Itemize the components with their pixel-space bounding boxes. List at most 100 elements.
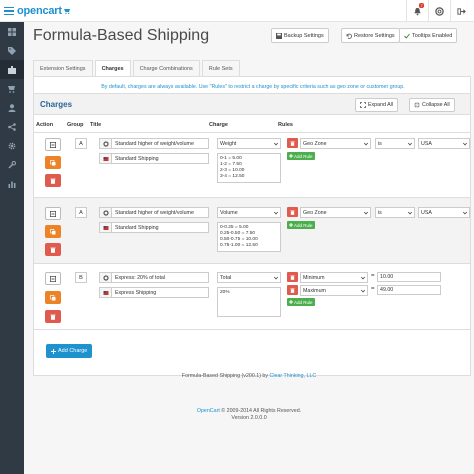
trash-icon — [290, 210, 295, 215]
copy-charge-button[interactable] — [45, 225, 61, 238]
undo-icon — [346, 33, 352, 39]
charges-header: Charges Expand All Collapse All — [34, 93, 470, 115]
delete-rule-button[interactable] — [287, 138, 298, 148]
delete-rule-button[interactable] — [287, 272, 298, 282]
rule-operator-select[interactable]: is — [375, 207, 415, 218]
collapse-charge-button[interactable] — [45, 272, 61, 285]
backup-settings-label: Backup Settings — [284, 32, 324, 39]
collapse-charge-button[interactable] — [45, 138, 61, 151]
group-input[interactable]: A — [75, 138, 87, 149]
sidebar-item-customers[interactable] — [0, 98, 24, 117]
rule-value-input[interactable]: 49.00 — [377, 285, 441, 295]
logo[interactable]: opencart — [0, 0, 100, 22]
rule-field-select[interactable]: Geo Zone — [300, 138, 371, 149]
admin-title-input[interactable]: Standard higher of weight/volume — [99, 207, 209, 218]
expand-all-label: Expand All — [368, 102, 394, 108]
add-rule-button[interactable]: Add Rule — [287, 221, 315, 229]
admin-title-input[interactable]: Standard higher of weight/volume — [99, 138, 209, 149]
front-title-input[interactable]: Standard Shipping — [99, 222, 209, 233]
collapse-all-button[interactable]: Collapse All — [409, 98, 455, 112]
front-title-input[interactable]: Express Shipping — [99, 287, 209, 298]
front-title-input[interactable]: Standard Shipping — [99, 153, 209, 164]
life-ring-icon — [435, 6, 444, 16]
sidebar-item-catalog[interactable] — [0, 41, 24, 60]
delete-rule-button[interactable] — [287, 285, 298, 295]
rule-value-select[interactable]: USA — [418, 207, 470, 218]
chevron-down-icon — [274, 142, 278, 146]
delete-charge-button[interactable] — [45, 174, 61, 187]
notifications-button[interactable]: 7 — [406, 0, 428, 22]
tab-charge-combinations[interactable]: Charge Combinations — [132, 60, 200, 76]
charge-row: B Express: 20% of total Express Shipping… — [34, 263, 470, 329]
plus-icon — [289, 154, 293, 158]
delete-charge-button[interactable] — [45, 243, 61, 256]
group-input[interactable]: B — [75, 272, 87, 283]
tooltips-toggle-button[interactable]: Tooltips Enabled — [399, 28, 458, 43]
copy-charge-button[interactable] — [45, 291, 61, 304]
admin-title-value: Standard higher of weight/volume — [115, 140, 194, 147]
cart-logo-icon — [63, 9, 70, 14]
admin-title-value: Standard higher of weight/volume — [115, 209, 194, 216]
expand-all-button[interactable]: Expand All — [355, 98, 399, 112]
rule-value-select[interactable]: USA — [418, 138, 470, 149]
chevron-down-icon — [361, 276, 365, 280]
copy-icon — [50, 228, 56, 234]
tab-charges[interactable]: Charges — [94, 60, 131, 76]
credit-link[interactable]: Clear Thinking, LLC — [270, 373, 317, 379]
formula-textarea[interactable]: 0-0.25 = 5.00 0.25-0.50 = 7.50 0.50-0.75… — [217, 222, 281, 252]
delete-rule-button[interactable] — [287, 207, 298, 217]
sidebar — [0, 22, 24, 474]
sidebar-item-system[interactable] — [0, 136, 24, 155]
rule-operator-select[interactable]: is — [375, 138, 415, 149]
rule-value: 49.00 — [380, 287, 394, 293]
rule-field-select[interactable]: Minimum — [300, 272, 368, 283]
add-rule-button[interactable]: Add Rule — [287, 298, 315, 306]
opencart-link[interactable]: OpenCart — [197, 408, 220, 414]
sidebar-item-dashboard[interactable] — [0, 22, 24, 41]
plus-icon — [289, 223, 293, 227]
sidebar-item-sales[interactable] — [0, 79, 24, 98]
formula-textarea[interactable]: 20% — [217, 287, 281, 317]
backup-settings-button[interactable]: Backup Settings — [271, 28, 329, 43]
sidebar-item-tools[interactable] — [0, 155, 24, 174]
copy-icon — [50, 294, 56, 300]
flag-icon — [103, 225, 108, 230]
add-rule-button[interactable]: Add Rule — [287, 152, 315, 160]
tab-rule-sets[interactable]: Rule Sets — [201, 60, 240, 76]
add-charge-button[interactable]: Add Charge — [46, 344, 93, 358]
rule-value-input[interactable]: 10.00 — [377, 272, 441, 282]
gear-icon — [102, 209, 109, 216]
delete-charge-button[interactable] — [45, 310, 61, 323]
chevron-down-icon — [463, 211, 467, 215]
charge-type-select[interactable]: Weight — [217, 138, 281, 149]
restore-settings-button[interactable]: Restore Settings — [341, 28, 400, 43]
logout-button[interactable] — [450, 0, 472, 22]
charge-row: A Standard higher of weight/volume Stand… — [34, 197, 470, 263]
rule-field-select[interactable]: Geo Zone — [300, 207, 371, 218]
front-title-value: Express Shipping — [115, 289, 157, 296]
rule-field-select[interactable]: Maximum — [300, 285, 368, 296]
copy-charge-button[interactable] — [45, 156, 61, 169]
flag-icon — [103, 290, 108, 295]
charge-type-select[interactable]: Volume — [217, 207, 281, 218]
flag-icon — [103, 156, 108, 161]
menu-toggle-icon[interactable] — [4, 6, 14, 16]
sign-out-icon — [457, 7, 466, 15]
charge-type-value: Volume — [220, 209, 238, 216]
chevron-down-icon — [364, 211, 368, 215]
formula-textarea[interactable]: 0-1 = 5.00 1-2 = 7.50 2-3 = 10.00 3-4 = … — [217, 153, 281, 183]
sidebar-item-extensions[interactable] — [0, 60, 24, 79]
rule-operator: = — [371, 273, 375, 279]
collapse-all-label: Collapse All — [422, 102, 450, 108]
admin-title-input[interactable]: Express: 20% of total — [99, 272, 209, 283]
collapse-charge-button[interactable] — [45, 207, 61, 220]
charge-type-select[interactable]: Total — [217, 272, 281, 283]
help-button[interactable] — [428, 0, 450, 22]
bar-chart-icon — [8, 181, 16, 188]
tag-icon — [8, 46, 16, 55]
tab-extension-settings[interactable]: Extension Settings — [33, 60, 93, 76]
sidebar-item-marketing[interactable] — [0, 117, 24, 136]
tab-bar: Extension Settings Charges Charge Combin… — [33, 60, 242, 76]
sidebar-item-reports[interactable] — [0, 174, 24, 193]
group-input[interactable]: A — [75, 207, 87, 218]
